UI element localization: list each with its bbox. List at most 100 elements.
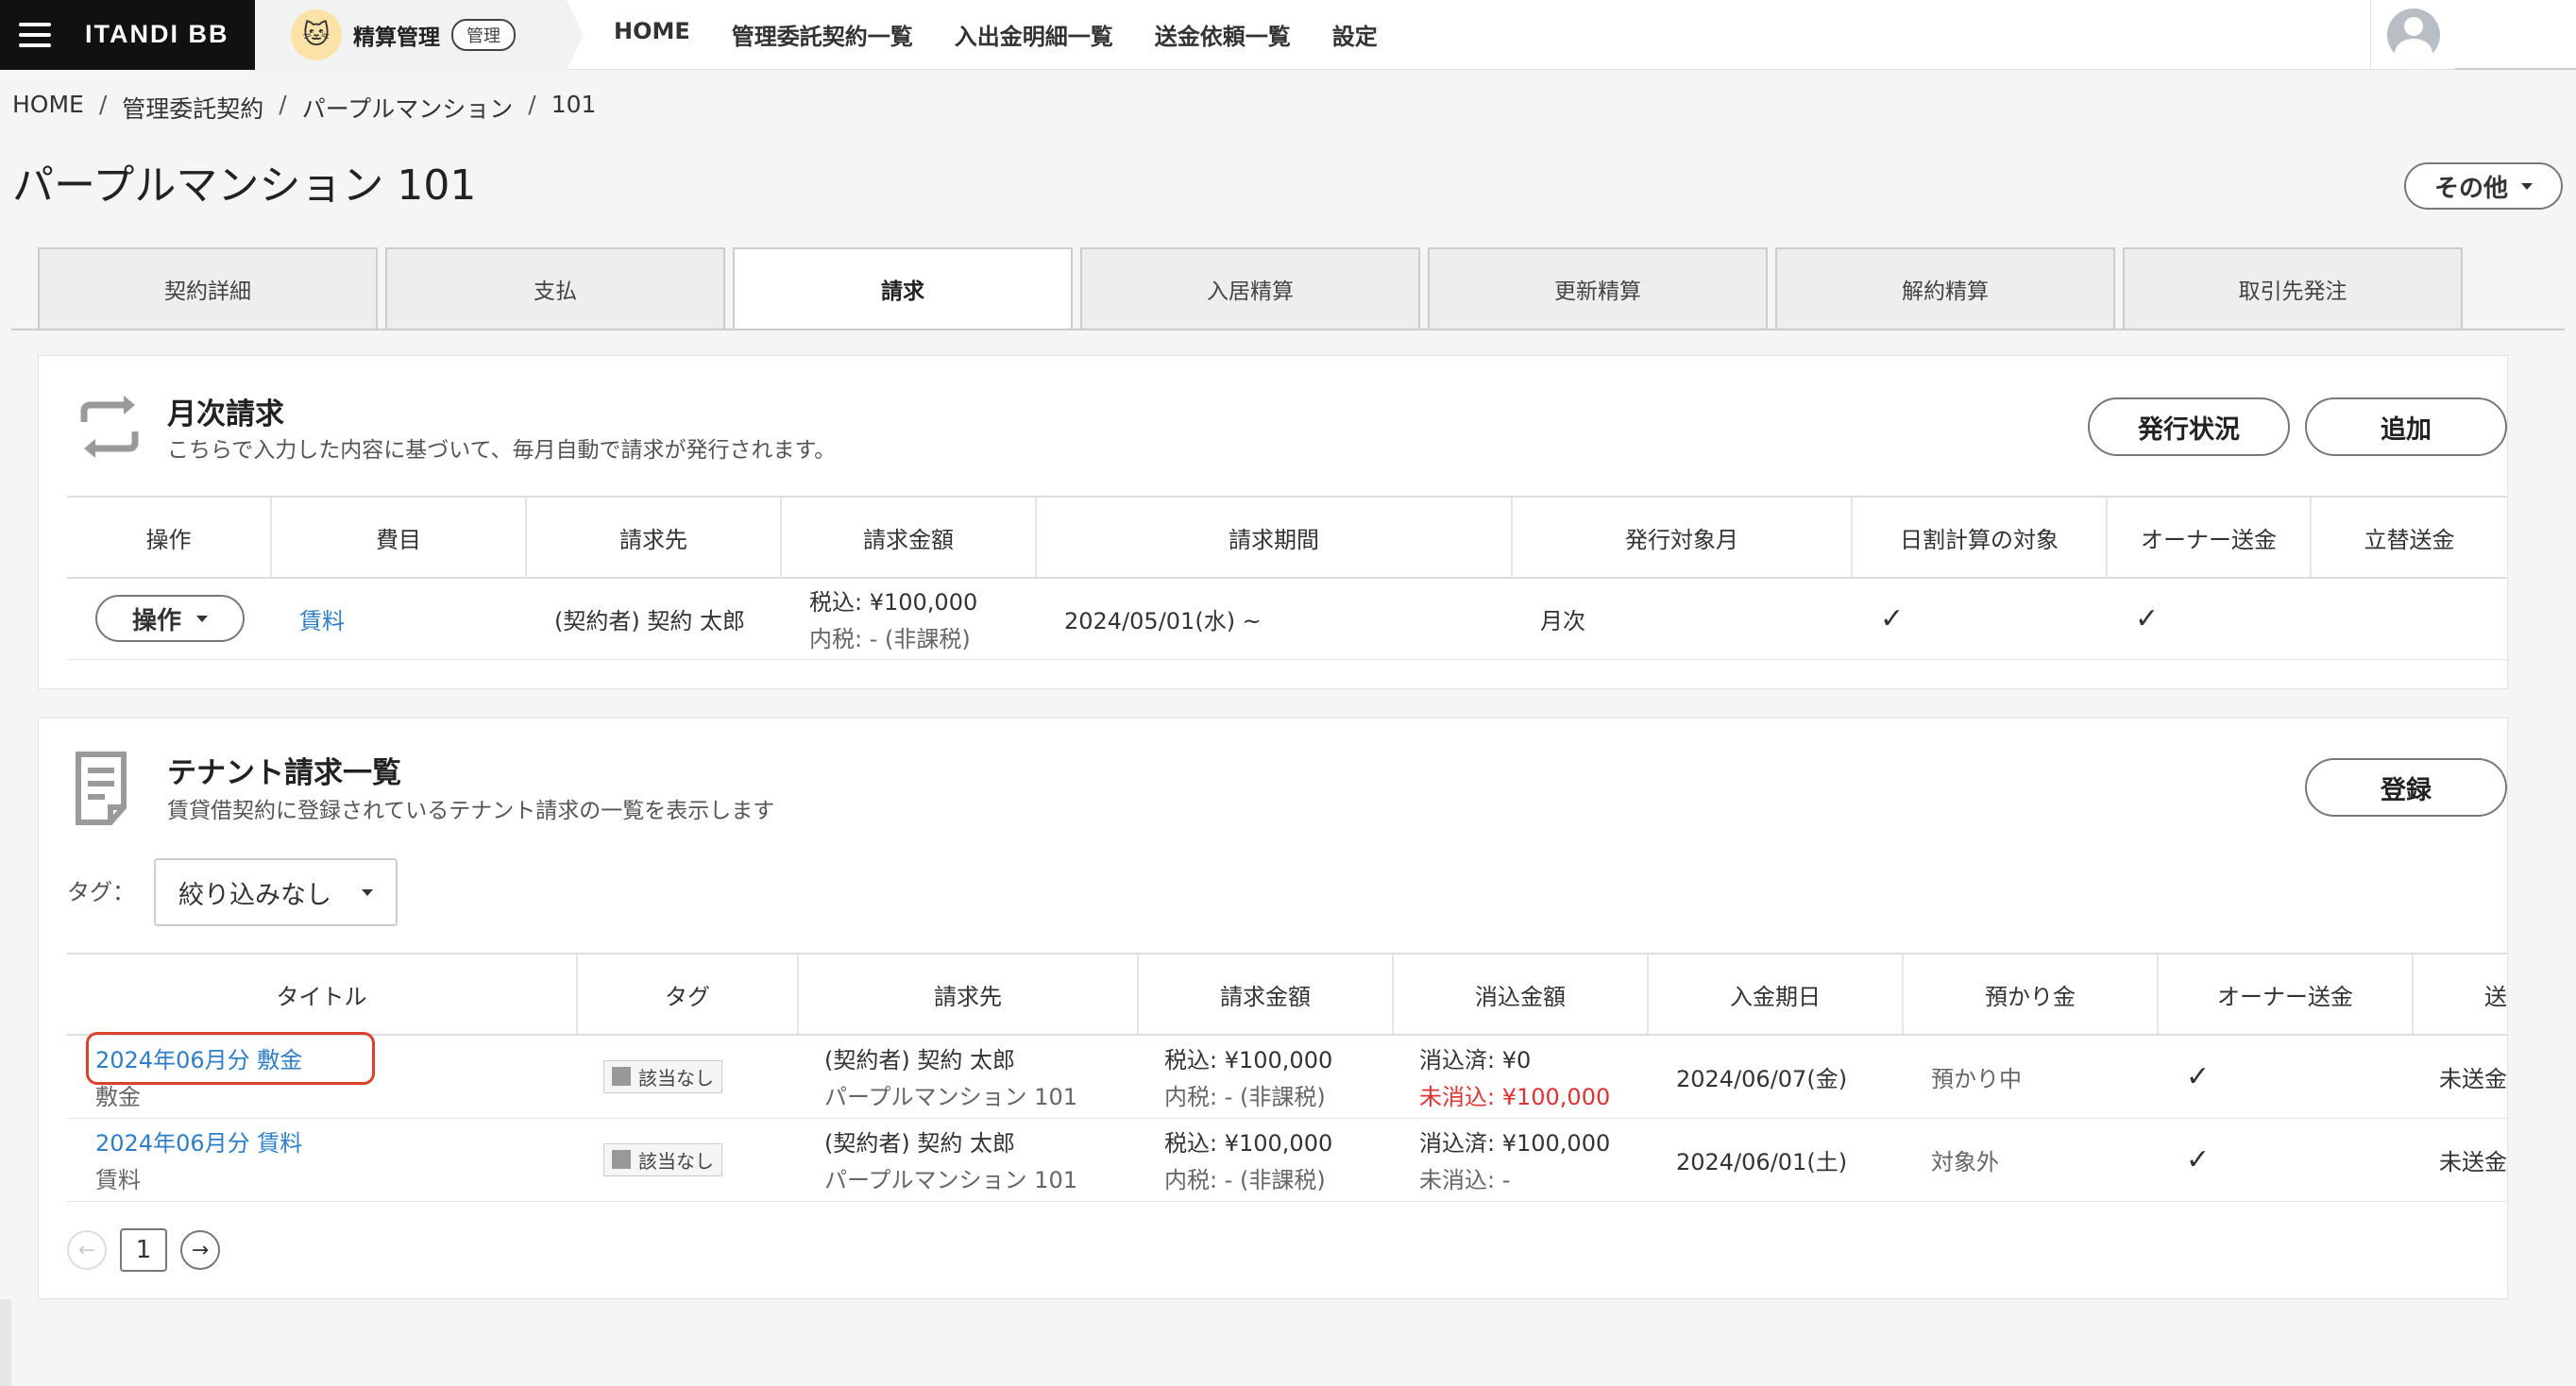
column-header: 日割計算の対象 [1851, 496, 2107, 579]
tab-contract-detail[interactable]: 契約詳細 [38, 247, 378, 329]
payer-name: (契約者) 契約 太郎 [824, 1130, 1015, 1157]
column-header: 送 [2412, 953, 2507, 1036]
tab-termination[interactable]: 解約精算 [1775, 247, 2115, 329]
tab-payment[interactable]: 支払 [385, 247, 725, 329]
nav-contracts[interactable]: 管理委託契約一覧 [732, 18, 913, 51]
menu-icon[interactable] [19, 22, 51, 47]
refresh-icon [80, 396, 139, 458]
breadcrumb-separator: / [279, 91, 287, 118]
due-date-cell: 2024/06/07(金) [1648, 1035, 1903, 1119]
breadcrumb-property[interactable]: パープルマンション [302, 91, 514, 125]
column-header: 立替送金 [2310, 496, 2507, 579]
amount-note: 内税: - (非課税) [1164, 1167, 1326, 1193]
tenant-table-header: タイトル タグ 請求先 請求金額 消込金額 入金期日 預かり金 オーナー送金 送 [67, 953, 2507, 1036]
amount-cell: 税込: ¥100,000 内税: - (非課税) [1138, 1118, 1393, 1202]
topbar-blank-area [2455, 0, 2576, 70]
column-header: 発行対象月 [1511, 496, 1852, 579]
cleared-cell: 消込済: ¥0 未消込: ¥100,000 [1393, 1035, 1648, 1119]
brand-name[interactable]: ITANDI BB [85, 20, 229, 49]
invoice-title-link[interactable]: 2024年06月分 賃料 [95, 1124, 577, 1158]
app-switcher[interactable]: 🐱 精算管理 管理 [255, 0, 584, 70]
payer-cell: (契約者) 契約 太郎 [526, 578, 781, 660]
tag-filter-label: タグ： [67, 879, 135, 905]
column-header: 操作 [67, 496, 271, 579]
nav-remittance[interactable]: 送金依頼一覧 [1155, 18, 1291, 51]
amount-tax: 税込: ¥100,000 [1164, 1047, 1333, 1074]
tab-billing[interactable]: 請求 [733, 247, 1073, 329]
caret-down-icon [196, 615, 208, 622]
tag-cell: 該当なし [577, 1118, 798, 1202]
tab-move-in[interactable]: 入居精算 [1080, 247, 1420, 329]
avatar-icon[interactable] [2386, 8, 2440, 61]
amount-tax: 税込: ¥100,000 [809, 589, 978, 617]
month-cell: 月次 [1512, 578, 1852, 660]
tag-chip-label: 該当なし [638, 1149, 714, 1173]
amount-tax: 税込: ¥100,000 [1164, 1130, 1333, 1157]
tag-chip: 該当なし [603, 1142, 722, 1176]
column-header: 請求金額 [780, 496, 1036, 579]
page-title: パープルマンション 101 [12, 161, 477, 210]
tag-swatch-icon [612, 1150, 631, 1169]
payer-property: パープルマンション 101 [824, 1167, 1077, 1193]
user-menu[interactable] [2370, 0, 2455, 70]
amount-note: 内税: - (非課税) [809, 626, 971, 653]
brand-area: ITANDI BB [0, 0, 255, 70]
item-cell: 賃料 [271, 578, 526, 660]
op-cell: 操作 [67, 578, 271, 660]
column-header: 請求先 [525, 496, 781, 579]
breadcrumb-separator: / [528, 91, 536, 118]
cleared-amount: 消込済: ¥100,000 [1419, 1130, 1611, 1157]
breadcrumb-room: 101 [551, 91, 597, 118]
column-header: 請求金額 [1137, 953, 1393, 1036]
uncleared-amount: 未消込: ¥100,000 [1419, 1084, 1611, 1111]
column-header: タイトル [67, 953, 577, 1036]
owner-check-icon: ✓ [2158, 1118, 2413, 1202]
tab-divider [11, 329, 2565, 330]
title-cell: 2024年06月分 賃料 賃料 [67, 1118, 577, 1202]
app-badge: 管理 [451, 18, 516, 51]
tab-vendor-order[interactable]: 取引先発注 [2123, 247, 2463, 329]
app-mascot-icon: 🐱 [291, 8, 342, 60]
column-header: 消込金額 [1392, 953, 1648, 1036]
app-name: 精算管理 [353, 25, 440, 50]
issue-status-button[interactable]: 発行状況 [2088, 397, 2290, 456]
item-link[interactable]: 賃料 [299, 608, 345, 634]
amount-cell: 税込: ¥100,000 内税: - (非課税) [781, 578, 1036, 660]
register-button[interactable]: 登録 [2305, 758, 2507, 817]
tag-filter-value: 絞り込みなし [178, 880, 331, 910]
due-date-cell: 2024/06/01(土) [1648, 1118, 1903, 1202]
add-button[interactable]: 追加 [2305, 397, 2507, 456]
tag-swatch-icon [612, 1067, 631, 1087]
caret-down-icon [2521, 182, 2533, 190]
period-cell: 2024/05/01(水) ~ [1036, 578, 1512, 660]
table-row: 2024年06月分 敷金 敷金 該当なし (契約者) 契約 太郎 パープルマンシ… [67, 1035, 2507, 1119]
table-row: 操作 賃料 (契約者) 契約 太郎 税込: ¥100,000 内税: - (非課… [67, 578, 2507, 660]
table-row: 2024年06月分 賃料 賃料 該当なし (契約者) 契約 太郎 パープルマンシ… [67, 1118, 2507, 1202]
advance-cell [2311, 578, 2507, 660]
column-header: タグ [576, 953, 798, 1036]
tab-renewal[interactable]: 更新精算 [1428, 247, 1768, 329]
pagination: ← 1 → [67, 1228, 220, 1272]
global-nav: HOME 管理委託契約一覧 入出金明細一覧 送金依頼一覧 設定 [614, 18, 1378, 51]
payer-property: パープルマンション 101 [824, 1084, 1077, 1111]
page-number-button[interactable]: 1 [120, 1228, 167, 1272]
arrow-right-icon[interactable]: → [180, 1230, 220, 1270]
tab-bar: 契約詳細 支払 請求 入居精算 更新精算 解約精算 取引先発注 [38, 247, 2463, 329]
operation-dropdown-button[interactable]: 操作 [95, 595, 245, 643]
nav-transactions[interactable]: 入出金明細一覧 [955, 18, 1113, 51]
breadcrumb-contracts[interactable]: 管理委託契約 [122, 91, 263, 125]
nav-settings[interactable]: 設定 [1332, 18, 1378, 51]
arrow-left-icon[interactable]: ← [67, 1230, 107, 1270]
highlight-annotation [86, 1032, 375, 1085]
tag-filter-select[interactable]: 絞り込みなし [154, 858, 398, 926]
nav-home[interactable]: HOME [614, 18, 690, 51]
prorate-check-icon: ✓ [1852, 578, 2107, 660]
column-header: 入金期日 [1647, 953, 1903, 1036]
tenant-table: タイトル タグ 請求先 請求金額 消込金額 入金期日 預かり金 オーナー送金 送… [67, 953, 2507, 1202]
column-header: 請求期間 [1035, 496, 1512, 579]
monthly-description: こちらで入力した内容に基づいて、毎月自動で請求が発行されます。 [167, 438, 837, 463]
top-bar: ITANDI BB 🐱 精算管理 管理 HOME 管理委託契約一覧 入出金明細一… [0, 0, 2576, 70]
more-button[interactable]: その他 [2404, 162, 2563, 210]
breadcrumb-home[interactable]: HOME [12, 91, 84, 125]
uncleared-amount: 未消込: - [1419, 1167, 1511, 1193]
